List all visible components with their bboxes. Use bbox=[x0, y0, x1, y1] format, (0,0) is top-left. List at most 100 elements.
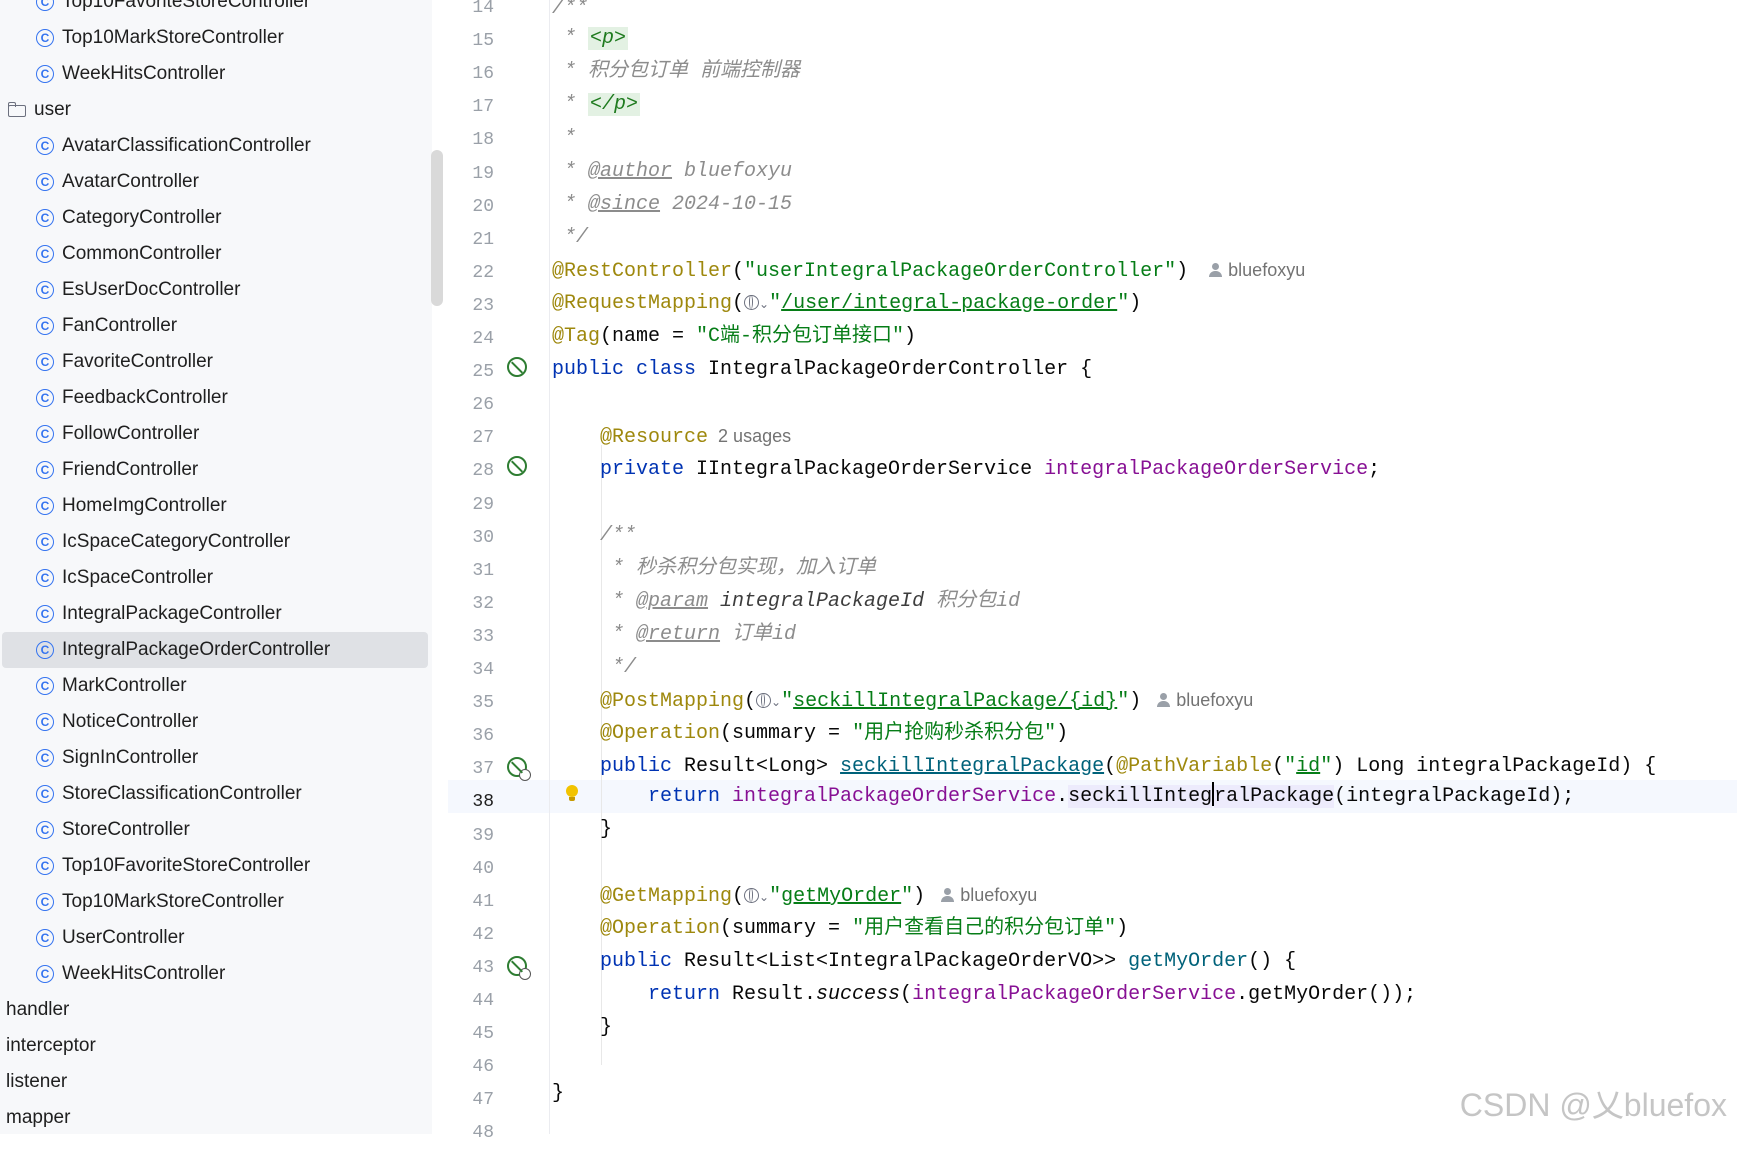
line-number[interactable]: 44 bbox=[448, 985, 494, 1018]
line-number[interactable]: 47 bbox=[448, 1084, 494, 1117]
line-number[interactable]: 19 bbox=[448, 158, 494, 191]
code-line-22: @RestController("userIntegralPackageOrde… bbox=[552, 260, 1306, 283]
line-number[interactable]: 39 bbox=[448, 820, 494, 853]
code-line-19: * @author bluefoxyu bbox=[552, 160, 793, 183]
tree-item[interactable]: C EsUserDocController bbox=[0, 272, 432, 308]
line-number[interactable]: 32 bbox=[448, 588, 494, 621]
line-number[interactable]: 46 bbox=[448, 1051, 494, 1084]
bean-class-gutter-icon[interactable] bbox=[507, 357, 527, 377]
endpoint-gutter-icon[interactable] bbox=[507, 757, 531, 781]
line-number[interactable]: 28 bbox=[448, 455, 494, 488]
line-number[interactable]: 18 bbox=[448, 124, 494, 157]
tree-item[interactable]: C SignInController bbox=[0, 740, 432, 776]
tree-package[interactable]: interceptor bbox=[0, 1028, 432, 1064]
line-number[interactable]: 15 bbox=[448, 25, 494, 58]
line-number[interactable]: 35 bbox=[448, 687, 494, 720]
tree-item[interactable]: C FollowController bbox=[0, 416, 432, 452]
tree-item[interactable]: C Top10FavoriteStoreController bbox=[0, 848, 432, 884]
line-number[interactable]: 31 bbox=[448, 555, 494, 588]
class-icon: C bbox=[36, 821, 54, 839]
line-number[interactable]: 21 bbox=[448, 224, 494, 257]
line-number[interactable]: 20 bbox=[448, 191, 494, 224]
line-number[interactable]: 16 bbox=[448, 58, 494, 91]
tree-item-label: StoreController bbox=[62, 819, 190, 840]
code-line-42: @Operation(summary = "用户查看自己的积分包订单") bbox=[600, 917, 1129, 940]
line-number[interactable]: 45 bbox=[448, 1018, 494, 1051]
line-number[interactable]: 27 bbox=[448, 422, 494, 455]
tree-item[interactable]: C IcSpaceCategoryController bbox=[0, 524, 432, 560]
tree-item[interactable]: C Top10MarkStoreController bbox=[0, 20, 432, 56]
tree-item[interactable]: C AvatarController bbox=[0, 164, 432, 200]
line-number[interactable]: 37 bbox=[448, 753, 494, 786]
code-line-24: @Tag(name = "C端-积分包订单接口") bbox=[552, 325, 917, 348]
tree-item-label: HomeImgController bbox=[62, 495, 227, 516]
usages-hint[interactable]: 2 usages bbox=[718, 426, 791, 446]
tree-item[interactable]: C FanController bbox=[0, 308, 432, 344]
tree-item[interactable]: C CommonController bbox=[0, 236, 432, 272]
line-number[interactable]: 33 bbox=[448, 621, 494, 654]
tree-item[interactable]: C HomeImgController bbox=[0, 488, 432, 524]
tree-item[interactable]: C StoreController bbox=[0, 812, 432, 848]
bean-injection-gutter-icon[interactable] bbox=[507, 456, 527, 476]
line-number[interactable]: 38 bbox=[448, 786, 494, 819]
line-number[interactable]: 23 bbox=[448, 290, 494, 323]
tree-item-label: handler bbox=[6, 999, 70, 1020]
tree-package[interactable]: listener bbox=[0, 1064, 432, 1100]
code-line-28: private IIntegralPackageOrderService int… bbox=[600, 458, 1381, 481]
line-number[interactable]: 24 bbox=[448, 323, 494, 356]
intention-bulb-icon[interactable] bbox=[565, 785, 579, 802]
author-icon bbox=[1208, 263, 1223, 277]
line-number[interactable]: 43 bbox=[448, 952, 494, 985]
tree-item[interactable]: C IntegralPackageOrderController bbox=[0, 632, 432, 668]
line-number[interactable]: 14 bbox=[448, 0, 494, 25]
line-number[interactable]: 42 bbox=[448, 919, 494, 952]
tree-item-label: Top10FavoriteStoreController bbox=[62, 855, 311, 876]
tree-item[interactable]: C Top10MarkStoreController bbox=[0, 884, 432, 920]
tree-item[interactable]: C AvatarClassificationController bbox=[0, 128, 432, 164]
line-number[interactable]: 17 bbox=[448, 91, 494, 124]
tree-package[interactable]: mapper bbox=[0, 1100, 432, 1134]
chevron-down-icon[interactable]: ⌄ bbox=[771, 695, 781, 709]
code-line-21: */ bbox=[552, 226, 589, 249]
endpoint-gutter-icon[interactable] bbox=[507, 956, 531, 980]
tree-item[interactable]: C IntegralPackageController bbox=[0, 596, 432, 632]
code-line-43: public Result<List<IntegralPackageOrderV… bbox=[600, 950, 1297, 973]
line-number[interactable]: 34 bbox=[448, 654, 494, 687]
line-number[interactable]: 36 bbox=[448, 720, 494, 753]
tree-package[interactable]: handler bbox=[0, 992, 432, 1028]
tree-item[interactable]: C Top10FavoriteStoreController bbox=[0, 0, 432, 20]
class-icon: C bbox=[36, 965, 54, 983]
tree-scrollbar[interactable] bbox=[431, 150, 443, 306]
tree-folder[interactable]: user bbox=[0, 92, 432, 128]
folder-icon bbox=[8, 102, 28, 118]
tree-item[interactable]: C UserController bbox=[0, 920, 432, 956]
tree-item[interactable]: C FavoriteController bbox=[0, 344, 432, 380]
line-number[interactable]: 25 bbox=[448, 356, 494, 389]
chevron-down-icon[interactable]: ⌄ bbox=[759, 890, 769, 904]
line-number[interactable]: 22 bbox=[448, 257, 494, 290]
chevron-down-icon[interactable]: ⌄ bbox=[759, 297, 769, 311]
tree-item[interactable]: C FeedbackController bbox=[0, 380, 432, 416]
tree-item-label: SignInController bbox=[62, 747, 199, 768]
tree-item-label: UserController bbox=[62, 927, 185, 948]
line-number[interactable]: 30 bbox=[448, 522, 494, 555]
class-icon: C bbox=[36, 425, 54, 443]
code-line-36: @Operation(summary = "用户抢购秒杀积分包") bbox=[600, 722, 1069, 745]
tree-item[interactable]: C IcSpaceController bbox=[0, 560, 432, 596]
tree-item[interactable]: C WeekHitsController bbox=[0, 956, 432, 992]
code-line-31: * 秒杀积分包实现，加入订单 bbox=[600, 557, 877, 580]
tree-item[interactable]: C CategoryController bbox=[0, 200, 432, 236]
globe-icon[interactable] bbox=[756, 693, 772, 708]
globe-icon[interactable] bbox=[744, 295, 760, 310]
globe-icon[interactable] bbox=[744, 888, 760, 903]
line-number[interactable]: 41 bbox=[448, 886, 494, 919]
line-number[interactable]: 26 bbox=[448, 389, 494, 422]
tree-item[interactable]: C FriendController bbox=[0, 452, 432, 488]
tree-item[interactable]: C MarkController bbox=[0, 668, 432, 704]
tree-item-label: FanController bbox=[62, 315, 178, 336]
tree-item[interactable]: C WeekHitsController bbox=[0, 56, 432, 92]
tree-item[interactable]: C StoreClassificationController bbox=[0, 776, 432, 812]
line-number[interactable]: 40 bbox=[448, 853, 494, 886]
tree-item[interactable]: C NoticeController bbox=[0, 704, 432, 740]
line-number[interactable]: 29 bbox=[448, 489, 494, 522]
